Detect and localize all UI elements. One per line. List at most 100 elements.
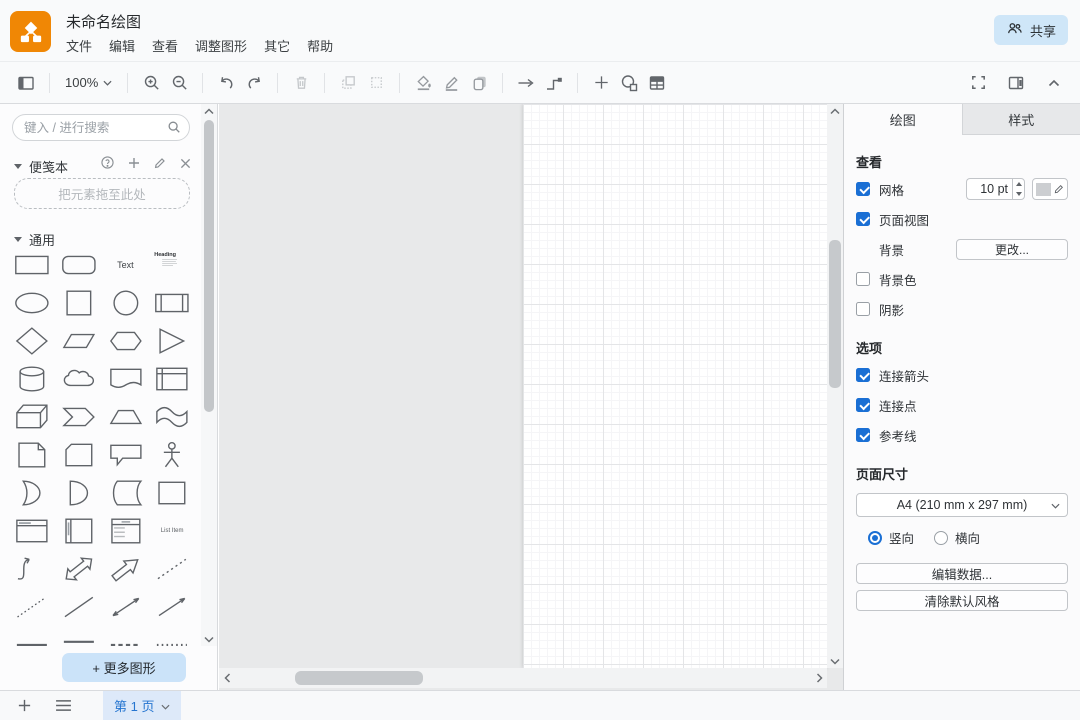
- shape-diamond[interactable]: [11, 326, 53, 356]
- scroll-down-icon[interactable]: [201, 632, 217, 646]
- more-shapes-button[interactable]: + 更多图形: [62, 653, 186, 682]
- drawing-page[interactable]: [523, 104, 827, 668]
- line-color-icon[interactable]: [437, 69, 465, 97]
- scroll-up-icon[interactable]: [827, 104, 843, 118]
- shape-and[interactable]: [58, 478, 100, 508]
- scratchpad-section-header[interactable]: 便笺本: [14, 157, 68, 176]
- shape-cube[interactable]: [11, 402, 53, 432]
- pages-menu-icon[interactable]: [48, 691, 78, 720]
- waypoints-icon[interactable]: [540, 69, 568, 97]
- menu-view[interactable]: 查看: [152, 36, 178, 55]
- scratchpad-edit-icon[interactable]: [154, 157, 166, 172]
- grid-size-input[interactable]: [966, 178, 1012, 200]
- insert-icon[interactable]: [587, 69, 615, 97]
- shape-line[interactable]: [58, 592, 100, 622]
- grid-color-button[interactable]: [1032, 178, 1068, 200]
- shape-note[interactable]: [11, 440, 53, 470]
- page-view-checkbox[interactable]: 页面视图: [856, 210, 929, 229]
- undo-icon[interactable]: [212, 69, 240, 97]
- document-title[interactable]: 未命名绘图: [66, 11, 141, 32]
- shape-window[interactable]: [11, 516, 53, 546]
- shape-process[interactable]: [151, 288, 193, 318]
- zoom-out-icon[interactable]: [165, 69, 193, 97]
- scroll-up-icon[interactable]: [201, 104, 217, 118]
- scratchpad-close-icon[interactable]: [180, 157, 191, 172]
- connection-arrows-checkbox[interactable]: 连接箭头: [856, 366, 929, 385]
- scratchpad-drop-zone[interactable]: 把元素拖至此处: [14, 178, 190, 209]
- canvas-horizontal-scrollbar[interactable]: [219, 668, 827, 688]
- shape-dashed-line[interactable]: [151, 554, 193, 584]
- add-page-icon[interactable]: [9, 691, 39, 720]
- shape-curve[interactable]: [11, 554, 53, 584]
- tab-diagram[interactable]: 绘图: [844, 104, 962, 135]
- shape-horizontal-line[interactable]: [11, 630, 53, 646]
- scroll-right-icon[interactable]: [811, 671, 827, 685]
- menu-file[interactable]: 文件: [66, 36, 92, 55]
- shape-ellipse[interactable]: [11, 288, 53, 318]
- fill-color-icon[interactable]: [409, 69, 437, 97]
- stepper-down-icon[interactable]: [1013, 189, 1024, 199]
- shadow-icon[interactable]: [465, 69, 493, 97]
- shadow-checkbox[interactable]: 阴影: [856, 300, 904, 319]
- shape-rectangle[interactable]: [11, 250, 53, 280]
- guides-checkbox[interactable]: 参考线: [856, 426, 917, 445]
- shape-list[interactable]: [105, 516, 147, 546]
- shape-directional-connector[interactable]: [151, 592, 193, 622]
- grid-size-stepper[interactable]: [1012, 178, 1025, 200]
- shape-trapezoid[interactable]: [105, 402, 147, 432]
- fullscreen-icon[interactable]: [964, 69, 992, 97]
- shape-bidirectional-connector[interactable]: [105, 592, 147, 622]
- shape-dotted-edge[interactable]: [151, 630, 193, 646]
- shape-callout[interactable]: [105, 440, 147, 470]
- shape-dotted-line[interactable]: [11, 592, 53, 622]
- shape-parallelogram[interactable]: [58, 326, 100, 356]
- shape-circle[interactable]: [105, 288, 147, 318]
- shape-container[interactable]: [151, 478, 193, 508]
- clear-default-style-button[interactable]: 清除默认风格: [856, 590, 1068, 611]
- shape-text[interactable]: Text: [105, 250, 147, 280]
- toggle-shapes-panel-icon[interactable]: [12, 69, 40, 97]
- scratchpad-help-icon[interactable]: [101, 156, 114, 172]
- scroll-left-icon[interactable]: [219, 671, 235, 685]
- menu-edit[interactable]: 编辑: [109, 36, 135, 55]
- stepper-up-icon[interactable]: [1013, 179, 1024, 189]
- zoom-dropdown[interactable]: 100%: [59, 69, 118, 97]
- scrollbar-thumb[interactable]: [829, 240, 841, 388]
- shape-list-item[interactable]: List Item: [151, 516, 193, 546]
- page-size-select[interactable]: A4 (210 mm x 297 mm): [856, 493, 1068, 517]
- share-button[interactable]: 共享: [994, 15, 1068, 45]
- menu-arrange[interactable]: 调整图形: [195, 36, 247, 55]
- shape-cylinder[interactable]: [11, 364, 53, 394]
- collapse-toolbar-icon[interactable]: [1040, 69, 1068, 97]
- shape-square[interactable]: [58, 288, 100, 318]
- scrollbar-thumb[interactable]: [204, 120, 214, 412]
- zoom-in-icon[interactable]: [137, 69, 165, 97]
- grid-checkbox[interactable]: 网格: [856, 180, 904, 199]
- canvas-vertical-scrollbar[interactable]: [827, 104, 843, 668]
- shape-document[interactable]: [105, 364, 147, 394]
- edit-data-button[interactable]: 编辑数据...: [856, 563, 1068, 584]
- menu-extras[interactable]: 其它: [264, 36, 290, 55]
- menu-help[interactable]: 帮助: [307, 36, 333, 55]
- scratchpad-add-icon[interactable]: [128, 157, 140, 172]
- shape-link[interactable]: [58, 630, 100, 646]
- shape-actor[interactable]: [151, 440, 193, 470]
- shape-arrow[interactable]: [105, 554, 147, 584]
- search-shapes-input[interactable]: [12, 114, 190, 141]
- shape-card[interactable]: [58, 440, 100, 470]
- connection-points-checkbox[interactable]: 连接点: [856, 396, 917, 415]
- landscape-radio[interactable]: 横向: [934, 528, 980, 547]
- general-section-header[interactable]: 通用: [14, 230, 55, 249]
- canvas-area[interactable]: [219, 104, 843, 690]
- shape-tape[interactable]: [151, 402, 193, 432]
- redo-icon[interactable]: [240, 69, 268, 97]
- delete-icon[interactable]: [287, 69, 315, 97]
- shape-step[interactable]: [58, 402, 100, 432]
- page-tab[interactable]: 第 1 页: [103, 691, 181, 720]
- shape-triangle[interactable]: [151, 326, 193, 356]
- shape-heading[interactable]: Heading: [151, 250, 193, 280]
- shape-data-storage[interactable]: [105, 478, 147, 508]
- shape-rounded-rectangle[interactable]: [58, 250, 100, 280]
- portrait-radio[interactable]: 竖向: [868, 528, 914, 547]
- to-back-icon[interactable]: [362, 69, 390, 97]
